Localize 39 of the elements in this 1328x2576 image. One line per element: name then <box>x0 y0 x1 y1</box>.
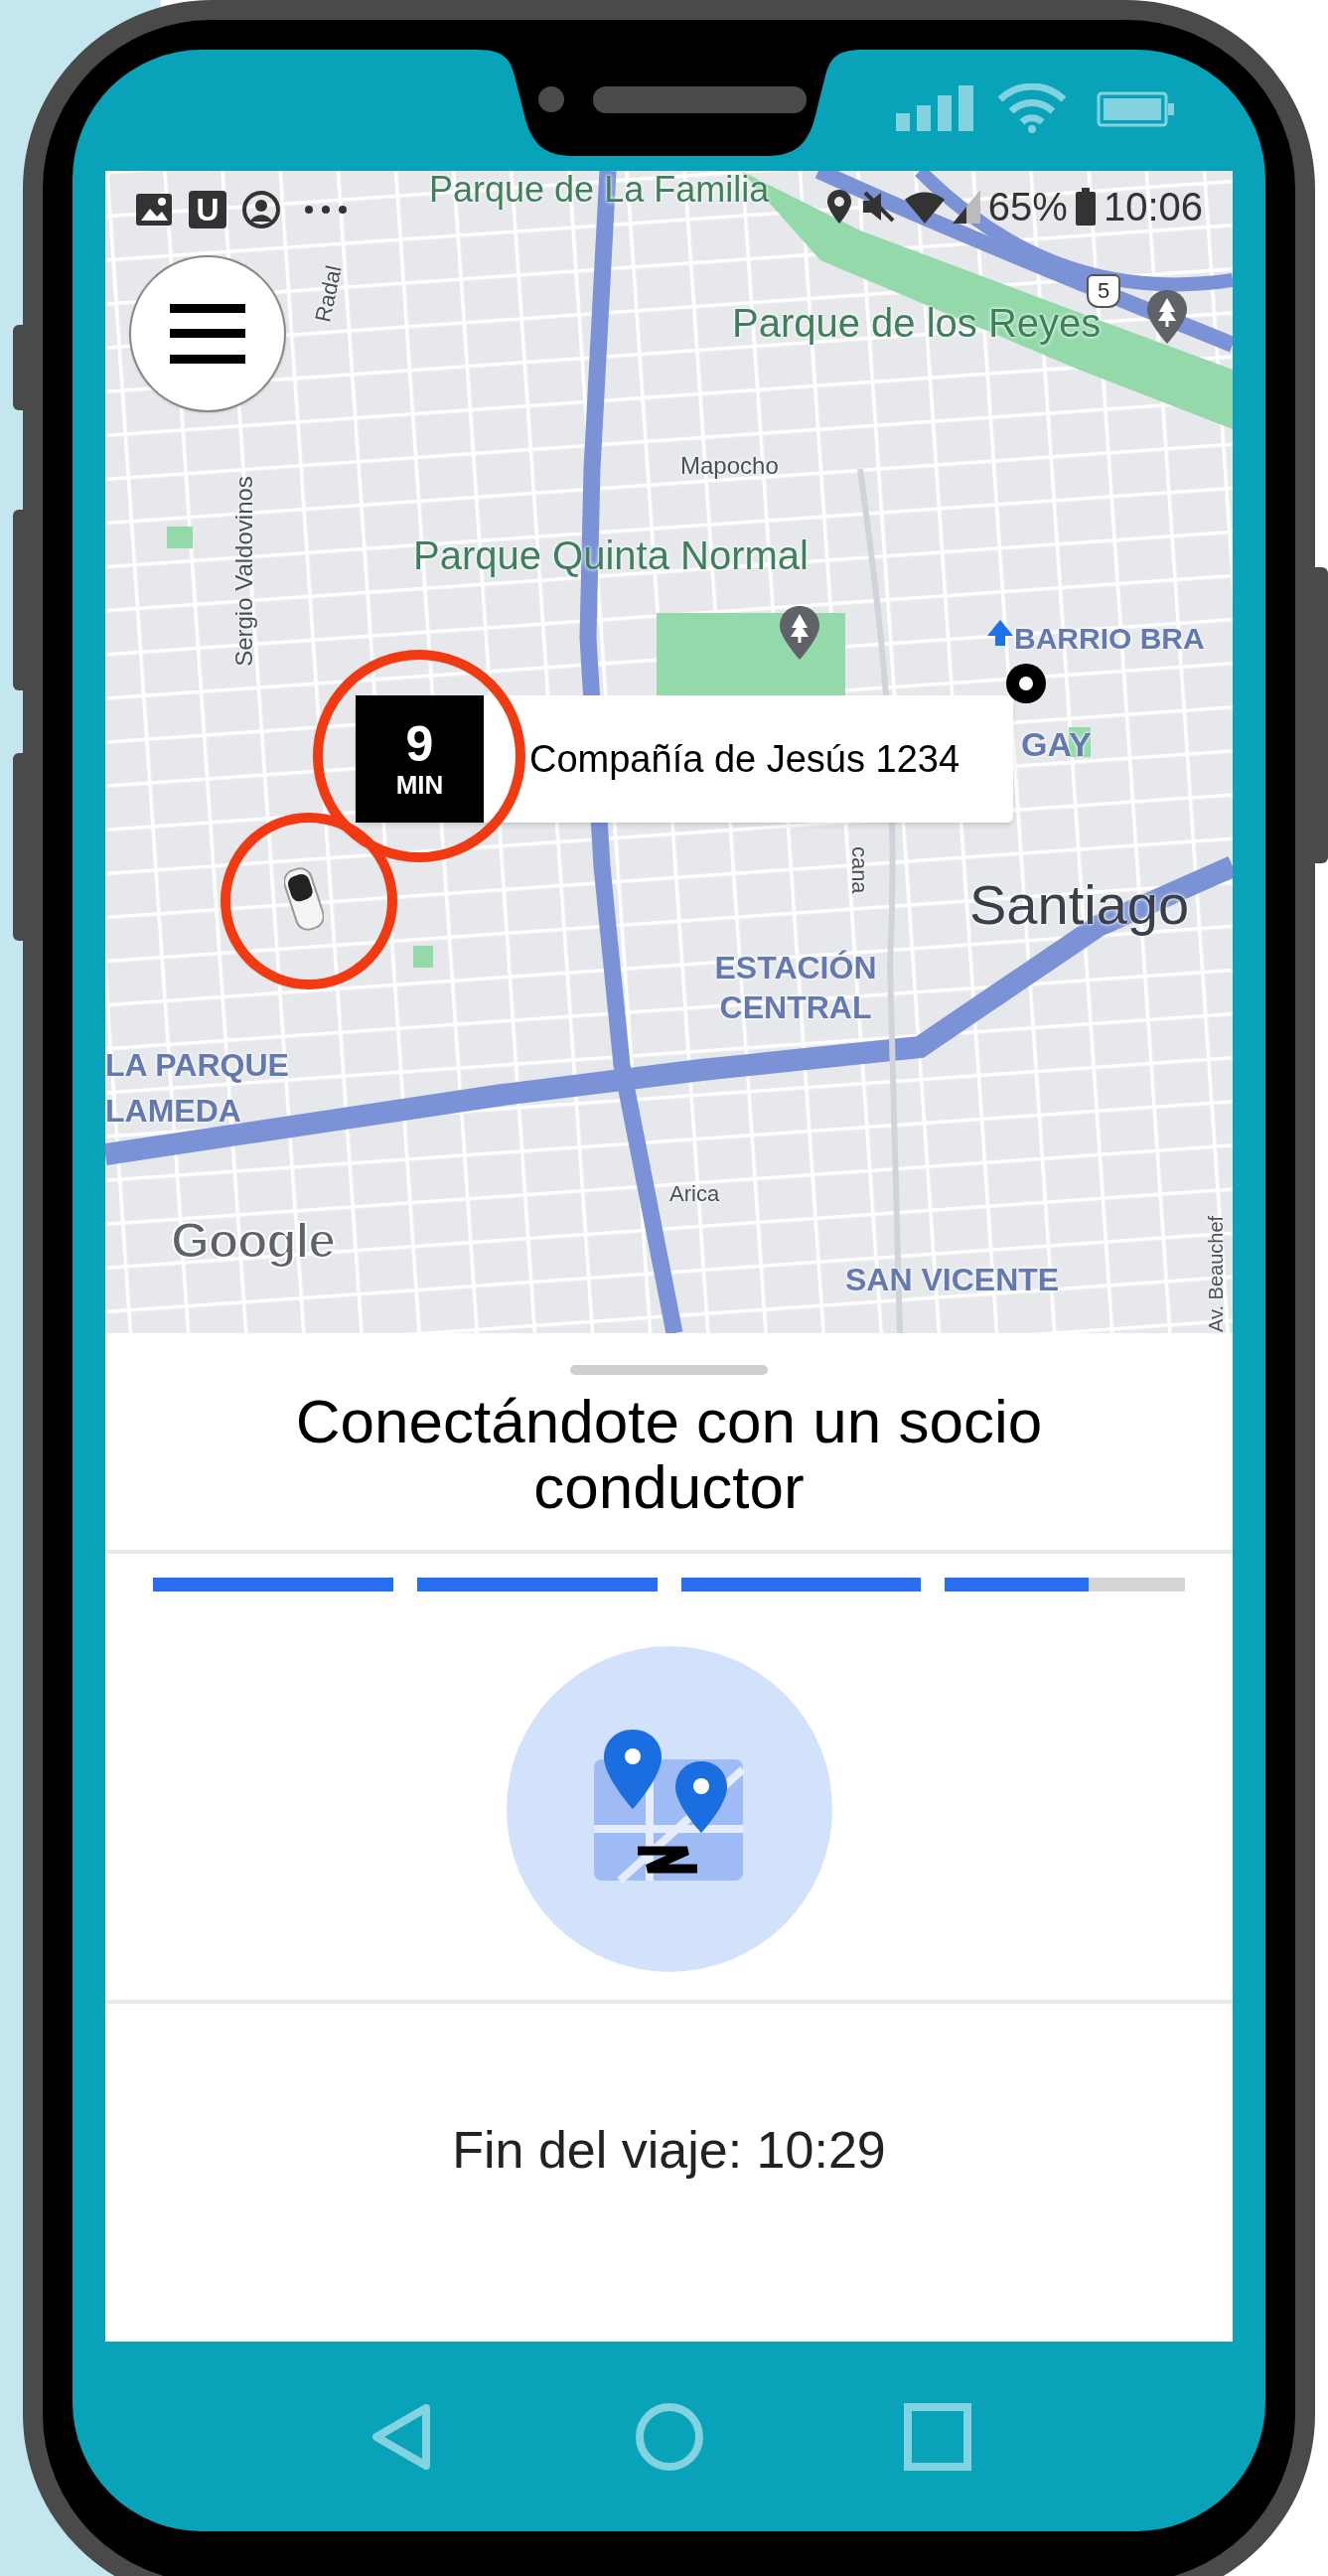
map-label: SAN VICENTE <box>845 1261 1060 1299</box>
sheet-title: Conectándote con un socio conductor <box>294 1389 1044 1520</box>
arrow-icon <box>987 620 1013 646</box>
map-label: Av. Beauchef <box>1204 1215 1229 1333</box>
mute-icon <box>860 189 897 225</box>
map-label: LA PARQUE <box>105 1046 289 1085</box>
eta-minutes: 9 <box>405 718 434 770</box>
menu-icon <box>170 304 245 364</box>
drag-handle[interactable] <box>570 1365 768 1375</box>
battery-level: 65% <box>987 187 1068 227</box>
signal-icon <box>952 190 980 224</box>
battery-icon <box>1097 91 1176 127</box>
account-icon <box>242 191 280 228</box>
tree-pin-icon <box>778 604 821 662</box>
home-icon[interactable] <box>634 2401 704 2472</box>
trip-end-time: Fin del viaje: 10:29 <box>451 2120 887 2181</box>
more-icon <box>304 205 348 215</box>
map-label: Sergio Valdovinos <box>228 476 258 667</box>
destination-address: Compañía de Jesús 1234 <box>529 736 960 782</box>
image-icon <box>135 193 173 227</box>
location-pin-icon <box>824 188 853 226</box>
map-label: Mapocho <box>680 451 779 481</box>
wifi-icon <box>904 190 945 224</box>
wifi-icon <box>996 83 1068 133</box>
recents-icon[interactable] <box>902 2401 972 2472</box>
map-label: LAMEDA <box>105 1092 241 1131</box>
map-label: ESTACIÓN CENTRAL <box>713 949 878 1027</box>
map-label: Radal <box>309 262 348 325</box>
map-label: cana <box>845 845 873 894</box>
tree-pin-icon <box>1145 288 1189 346</box>
clock-time: 10:06 <box>1103 187 1203 227</box>
map-label: Arica <box>669 1180 720 1208</box>
route-number: 5 <box>1087 274 1120 308</box>
map-label: BARRIO BRA <box>1014 621 1205 657</box>
signal-icon <box>896 85 973 131</box>
battery-icon <box>1075 188 1096 226</box>
eta-unit: MIN <box>395 770 444 800</box>
map-attribution: Google <box>171 1212 335 1271</box>
app-icon: U <box>189 191 226 228</box>
